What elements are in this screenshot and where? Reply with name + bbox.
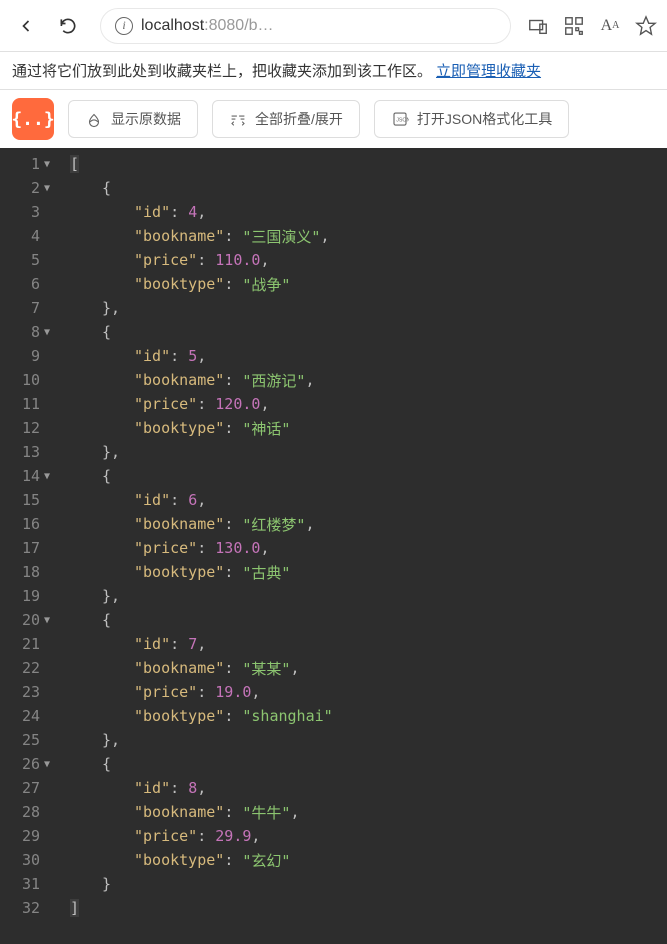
code-area[interactable]: [{"id": 4,"bookname": "三国演义","price": 11… [62, 148, 667, 944]
code-line: }, [70, 296, 667, 320]
json-toolbar: {..} 显示原数据 全部折叠/展开 JSON 打开JSON格式化工具 [0, 90, 667, 148]
code-line: "bookname": "西游记", [70, 368, 667, 392]
fold-all-button[interactable]: 全部折叠/展开 [212, 100, 360, 138]
qr-icon[interactable] [563, 15, 585, 37]
code-line: "price": 29.9, [70, 824, 667, 848]
code-line: "id": 5, [70, 344, 667, 368]
line-number: 16 [0, 512, 62, 536]
line-number: 9 [0, 344, 62, 368]
line-number: 8▼ [0, 320, 62, 344]
line-number: 13 [0, 440, 62, 464]
code-line: { [70, 176, 667, 200]
site-info-icon[interactable]: i [115, 17, 133, 35]
code-line: "bookname": "红楼梦", [70, 512, 667, 536]
line-number: 25 [0, 728, 62, 752]
code-line: ] [70, 896, 667, 920]
address-bar[interactable]: i localhost:8080/b… [100, 8, 511, 44]
code-line: "price": 110.0, [70, 248, 667, 272]
line-number: 28 [0, 800, 62, 824]
json-logo[interactable]: {..} [12, 98, 54, 140]
code-line: "id": 8, [70, 776, 667, 800]
fold-toggle-icon[interactable]: ▼ [44, 759, 56, 770]
code-line: "booktype": "神话" [70, 416, 667, 440]
line-number: 2▼ [0, 176, 62, 200]
code-line: "price": 120.0, [70, 392, 667, 416]
code-line: { [70, 320, 667, 344]
line-number: 11 [0, 392, 62, 416]
line-number: 17 [0, 536, 62, 560]
line-number: 14▼ [0, 464, 62, 488]
code-line: "id": 4, [70, 200, 667, 224]
manage-favorites-link[interactable]: 立即管理收藏夹 [436, 60, 541, 81]
favorite-star-icon[interactable] [635, 15, 657, 37]
line-number: 3 [0, 200, 62, 224]
code-line: "booktype": "古典" [70, 560, 667, 584]
line-number: 30 [0, 848, 62, 872]
code-line: "id": 7, [70, 632, 667, 656]
line-number: 23 [0, 680, 62, 704]
line-number: 12 [0, 416, 62, 440]
code-line: "price": 130.0, [70, 536, 667, 560]
line-number: 21 [0, 632, 62, 656]
open-formatter-button[interactable]: JSON 打开JSON格式化工具 [374, 100, 569, 138]
line-number: 15 [0, 488, 62, 512]
line-number: 4 [0, 224, 62, 248]
line-number: 24 [0, 704, 62, 728]
refresh-button[interactable] [52, 10, 84, 42]
code-line: { [70, 752, 667, 776]
line-number: 7 [0, 296, 62, 320]
line-number: 10 [0, 368, 62, 392]
line-number: 29 [0, 824, 62, 848]
url-text: localhost:8080/b… [141, 17, 274, 35]
code-line: }, [70, 440, 667, 464]
font-size-icon[interactable]: AA [599, 15, 621, 37]
line-number: 20▼ [0, 608, 62, 632]
line-number: 18 [0, 560, 62, 584]
line-number: 5 [0, 248, 62, 272]
code-line: "id": 6, [70, 488, 667, 512]
line-number: 31 [0, 872, 62, 896]
show-raw-button[interactable]: 显示原数据 [68, 100, 198, 138]
line-number: 19 [0, 584, 62, 608]
code-line: } [70, 872, 667, 896]
code-line: "price": 19.0, [70, 680, 667, 704]
line-number: 32 [0, 896, 62, 920]
line-number: 1▼ [0, 152, 62, 176]
line-gutter: 1▼2▼345678▼91011121314▼151617181920▼2122… [0, 148, 62, 944]
line-number: 27 [0, 776, 62, 800]
back-button[interactable] [10, 10, 42, 42]
code-line: "booktype": "shanghai" [70, 704, 667, 728]
code-line: "booktype": "玄幻" [70, 848, 667, 872]
code-line: "bookname": "牛牛", [70, 800, 667, 824]
fold-toggle-icon[interactable]: ▼ [44, 159, 56, 170]
fold-toggle-icon[interactable]: ▼ [44, 471, 56, 482]
code-line: { [70, 464, 667, 488]
line-number: 26▼ [0, 752, 62, 776]
fold-toggle-icon[interactable]: ▼ [44, 183, 56, 194]
favorites-hint: 通过将它们放到此处到收藏夹栏上，把收藏夹添加到该工作区。 [12, 60, 432, 81]
code-line: "booktype": "战争" [70, 272, 667, 296]
browser-navigation-bar: i localhost:8080/b… AA [0, 0, 667, 52]
line-number: 6 [0, 272, 62, 296]
code-line: [ [70, 152, 667, 176]
svg-text:JSON: JSON [396, 117, 409, 123]
fold-toggle-icon[interactable]: ▼ [44, 327, 56, 338]
code-line: "bookname": "某某", [70, 656, 667, 680]
code-line: }, [70, 728, 667, 752]
favorites-bar: 通过将它们放到此处到收藏夹栏上，把收藏夹添加到该工作区。 立即管理收藏夹 [0, 52, 667, 90]
code-line: "bookname": "三国演义", [70, 224, 667, 248]
code-line: { [70, 608, 667, 632]
fold-toggle-icon[interactable]: ▼ [44, 615, 56, 626]
device-icon[interactable] [527, 15, 549, 37]
line-number: 22 [0, 656, 62, 680]
code-line: }, [70, 584, 667, 608]
json-editor[interactable]: 1▼2▼345678▼91011121314▼151617181920▼2122… [0, 148, 667, 944]
